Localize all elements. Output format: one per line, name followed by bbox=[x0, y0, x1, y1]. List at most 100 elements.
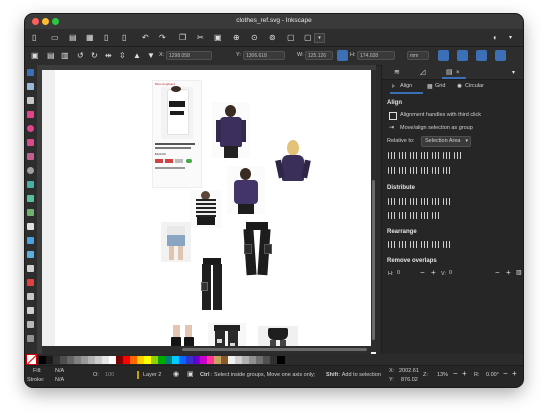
relative-to-select[interactable]: Selection Area ▾ bbox=[421, 136, 471, 147]
black-cargo-pants-2-photo[interactable] bbox=[197, 256, 227, 314]
distribute-button-6-icon[interactable] bbox=[443, 198, 451, 205]
layer-lock-icon[interactable]: ▣ bbox=[187, 370, 194, 378]
distribute-button-2-icon[interactable] bbox=[399, 198, 407, 205]
open-folder-icon[interactable]: ▭ bbox=[51, 34, 59, 42]
rotation-value[interactable]: 0.00° bbox=[486, 372, 499, 378]
zoom-plus-icon[interactable]: + bbox=[462, 369, 467, 378]
copy-icon[interactable]: ❐ bbox=[179, 34, 186, 42]
star-tool-icon[interactable] bbox=[27, 139, 34, 146]
rearrange-button-3-icon[interactable] bbox=[410, 241, 418, 248]
align-button-row2-6-icon[interactable] bbox=[443, 167, 451, 174]
distribute-button-3-icon[interactable] bbox=[410, 198, 418, 205]
move-gradients-button[interactable] bbox=[476, 50, 487, 61]
print-icon[interactable]: ▦ bbox=[86, 34, 94, 42]
tweak-tool-icon[interactable] bbox=[27, 97, 34, 104]
current-layer[interactable]: Layer 2 bbox=[143, 372, 161, 378]
horizontal-scrollbar[interactable] bbox=[42, 346, 371, 354]
3d-box-tool-icon[interactable] bbox=[27, 153, 34, 160]
h-field[interactable]: 174.028 bbox=[357, 51, 395, 60]
unit-select[interactable]: mm bbox=[407, 51, 429, 60]
align-button-4-icon[interactable] bbox=[421, 152, 429, 159]
rearrange-button-5-icon[interactable] bbox=[432, 241, 440, 248]
vertical-scroll-thumb[interactable] bbox=[372, 180, 375, 340]
snap-toggle-icon[interactable]: ◐ bbox=[493, 34, 498, 42]
move-patterns-button[interactable] bbox=[495, 50, 506, 61]
export-icon[interactable]: ▯ bbox=[122, 34, 126, 42]
alignment-handles-toggle[interactable]: Alignment handles with third click bbox=[389, 111, 519, 120]
distribute-button-row2-3-icon[interactable] bbox=[410, 212, 418, 219]
flip-vertical-icon[interactable]: ⇳ bbox=[119, 52, 126, 60]
calligraphy-tool-icon[interactable] bbox=[27, 209, 34, 216]
spray-tool-icon[interactable] bbox=[27, 293, 34, 300]
subtab-grid[interactable]: ▦ Grid bbox=[425, 82, 453, 92]
zoom-minus-icon[interactable]: − bbox=[453, 369, 458, 378]
product-card-image[interactable]: Bloomingdale's $110.00 bbox=[152, 80, 202, 188]
no-paint-swatch[interactable] bbox=[26, 354, 37, 365]
measure-tool-icon[interactable] bbox=[27, 335, 34, 342]
paint-bucket-tool-icon[interactable] bbox=[27, 279, 34, 286]
connector-tool-icon[interactable] bbox=[27, 321, 34, 328]
distribute-button-row2-5-icon[interactable] bbox=[432, 212, 440, 219]
align-button-7-icon[interactable] bbox=[454, 152, 462, 159]
rearrange-button-6-icon[interactable] bbox=[443, 241, 451, 248]
pen-tool-icon[interactable] bbox=[27, 181, 34, 188]
align-button-6-icon[interactable] bbox=[443, 152, 451, 159]
overlap-h-minus-icon[interactable]: − bbox=[420, 268, 425, 277]
purple-jacket-photo[interactable] bbox=[212, 102, 250, 158]
overlap-h-plus-icon[interactable]: + bbox=[431, 268, 436, 277]
raise-icon[interactable]: ▲ bbox=[133, 52, 141, 60]
overlap-v-plus-icon[interactable]: + bbox=[506, 268, 511, 277]
stroke-value[interactable]: N/A bbox=[55, 377, 64, 383]
remove-overlaps-icon[interactable]: ▥ bbox=[516, 269, 522, 276]
palette-swatch[interactable] bbox=[277, 356, 285, 364]
new-document-icon[interactable]: ▯ bbox=[32, 34, 36, 42]
purple-corset-photo[interactable] bbox=[227, 166, 265, 214]
black-cargo-pants-photo[interactable] bbox=[241, 220, 273, 278]
align-button-3-icon[interactable] bbox=[410, 152, 418, 159]
vertical-ruler[interactable] bbox=[37, 65, 42, 354]
zoom-drawing-icon[interactable]: ⊙ bbox=[251, 34, 258, 42]
fill-stroke-tab-icon[interactable]: ≋ bbox=[394, 69, 400, 77]
zoom-selection-icon[interactable]: ⊕ bbox=[233, 34, 240, 42]
w-field[interactable]: 125.126 bbox=[305, 51, 333, 60]
drawing-page[interactable]: Bloomingdale's $110.00 bbox=[55, 70, 371, 362]
align-tab-icon[interactable]: ▤ bbox=[446, 69, 453, 77]
save-icon[interactable]: ▤ bbox=[69, 34, 77, 42]
align-button-row2-2-icon[interactable] bbox=[399, 167, 407, 174]
rearrange-button-4-icon[interactable] bbox=[421, 241, 429, 248]
align-button-row2-4-icon[interactable] bbox=[421, 167, 429, 174]
pencil-tool-icon[interactable] bbox=[27, 195, 34, 202]
deselect-icon[interactable]: ▥ bbox=[61, 52, 69, 60]
visibility-eye-icon[interactable]: ◉ bbox=[173, 370, 179, 378]
node-tool-icon[interactable] bbox=[27, 83, 34, 90]
scale-stroke-button[interactable] bbox=[438, 50, 449, 61]
fill-value[interactable]: N/A bbox=[55, 368, 64, 374]
flip-horizontal-icon[interactable]: ⇹ bbox=[105, 52, 112, 60]
overlap-v-field[interactable]: 0 bbox=[449, 269, 473, 278]
striped-top-photo[interactable] bbox=[190, 190, 222, 228]
vertical-scrollbar[interactable] bbox=[371, 70, 376, 352]
rotation-minus-icon[interactable]: − bbox=[503, 369, 508, 378]
mesh-tool-icon[interactable] bbox=[27, 251, 34, 258]
selector-tool-icon[interactable] bbox=[27, 69, 34, 76]
snap-menu-icon[interactable]: ▾ bbox=[509, 34, 512, 42]
more-menu-icon[interactable]: ▾ bbox=[314, 33, 325, 43]
distribute-button-row2-4-icon[interactable] bbox=[421, 212, 429, 219]
distribute-button-row2-1-icon[interactable] bbox=[388, 212, 396, 219]
rearrange-button-1-icon[interactable] bbox=[388, 241, 396, 248]
denim-shorts-photo[interactable] bbox=[161, 222, 191, 262]
lower-icon[interactable]: ▼ bbox=[147, 52, 155, 60]
align-button-row2-1-icon[interactable] bbox=[388, 167, 396, 174]
panel-menu-icon[interactable]: ▾ bbox=[512, 69, 515, 77]
distribute-button-row2-2-icon[interactable] bbox=[399, 212, 407, 219]
align-button-row2-5-icon[interactable] bbox=[432, 167, 440, 174]
clone-icon[interactable]: ▢ bbox=[304, 34, 312, 42]
close-tab-icon[interactable]: × bbox=[456, 69, 460, 77]
align-button-row2-3-icon[interactable] bbox=[410, 167, 418, 174]
ellipse-tool-icon[interactable] bbox=[27, 125, 34, 132]
rectangle-tool-icon[interactable] bbox=[27, 111, 34, 118]
align-button-2-icon[interactable] bbox=[399, 152, 407, 159]
spiral-tool-icon[interactable] bbox=[27, 167, 34, 174]
undo-icon[interactable]: ↶ bbox=[142, 34, 149, 42]
gradient-tool-icon[interactable] bbox=[27, 237, 34, 244]
